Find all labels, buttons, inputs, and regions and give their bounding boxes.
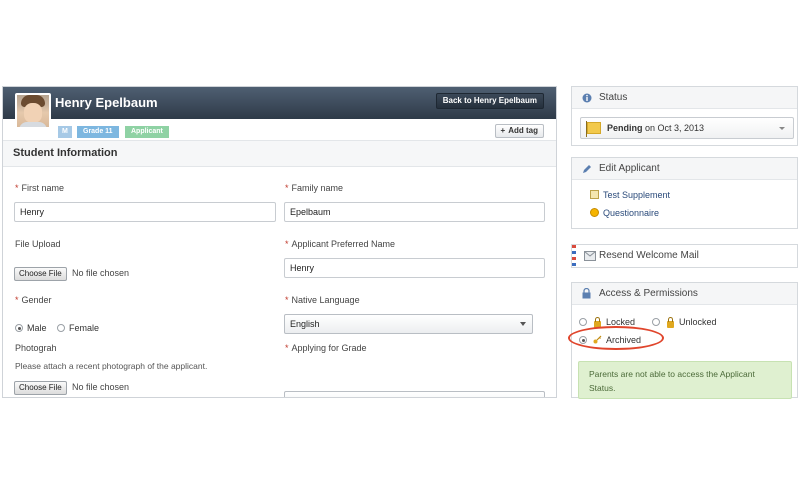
info-icon bbox=[582, 93, 592, 106]
gender-male-label: Male bbox=[27, 323, 47, 333]
choose-file-button[interactable]: Choose File bbox=[14, 267, 67, 281]
native-language-select[interactable]: English bbox=[284, 314, 533, 334]
gender-female-radio[interactable] bbox=[57, 324, 65, 332]
status-value: Pending on Oct 3, 2013 bbox=[607, 123, 705, 133]
family-name-input[interactable]: Epelbaum bbox=[284, 202, 545, 222]
status-select[interactable]: Pending on Oct 3, 2013 bbox=[580, 117, 794, 139]
archived-highlight-annotation bbox=[568, 326, 664, 350]
edit-applicant-box: Edit Applicant Test Supplement Questionn… bbox=[571, 157, 798, 229]
native-language-label: * Native Language bbox=[285, 295, 360, 305]
airmail-stripe bbox=[572, 245, 576, 267]
link-test-supplement[interactable]: Test Supplement bbox=[590, 190, 670, 200]
section-title-student-information: Student Information bbox=[3, 141, 556, 167]
unlocked-radio[interactable] bbox=[652, 318, 660, 326]
envelope-icon bbox=[584, 251, 596, 264]
preferred-name-input[interactable]: Henry bbox=[284, 258, 545, 278]
unlock-icon bbox=[667, 317, 674, 328]
pencil-icon bbox=[582, 164, 592, 177]
photo-file-status: No file chosen bbox=[72, 382, 130, 392]
lock-header-icon bbox=[582, 287, 591, 302]
photograph-help-text: Please attach a recent photograph of the… bbox=[15, 361, 208, 371]
gender-male-radio[interactable] bbox=[15, 324, 23, 332]
file-upload-label: File Upload bbox=[15, 239, 61, 249]
back-to-applicant-button[interactable]: Back to Henry Epelbaum bbox=[435, 93, 544, 109]
first-name-input[interactable]: Henry bbox=[14, 202, 276, 222]
note-icon bbox=[590, 190, 599, 199]
plus-icon: + bbox=[500, 126, 506, 135]
access-permissions-header: Access & Permissions bbox=[572, 283, 797, 305]
choose-photo-button[interactable]: Choose File bbox=[14, 381, 67, 395]
resend-welcome-mail-title: Resend Welcome Mail bbox=[599, 250, 699, 261]
applicant-name: Henry Epelbaum bbox=[55, 95, 158, 110]
tag-grade[interactable]: Grade 11 bbox=[77, 126, 119, 138]
tag-gender[interactable]: M bbox=[58, 126, 72, 138]
profile-header: Henry Epelbaum Back to Henry Epelbaum bbox=[3, 87, 556, 129]
locked-radio[interactable] bbox=[579, 318, 587, 326]
gender-female-label: Female bbox=[69, 323, 100, 333]
photograph-label: Photograh bbox=[15, 343, 57, 353]
edit-applicant-header: Edit Applicant bbox=[572, 158, 797, 180]
first-name-label: * First name bbox=[15, 183, 65, 193]
flag-icon bbox=[586, 121, 601, 137]
gender-label: * Gender bbox=[15, 295, 52, 305]
chevron-down-icon bbox=[779, 127, 785, 130]
status-title: Status bbox=[599, 92, 628, 103]
tags-row: M Grade 11 Applicant + Add tag bbox=[3, 119, 556, 141]
add-tag-button[interactable]: + Add tag bbox=[494, 124, 544, 138]
applying-grade-select[interactable] bbox=[284, 391, 545, 397]
edit-applicant-title: Edit Applicant bbox=[599, 163, 660, 174]
resend-welcome-mail-box[interactable]: Resend Welcome Mail bbox=[571, 244, 798, 268]
link-questionnaire[interactable]: Questionnaire bbox=[590, 208, 659, 218]
status-header: Status bbox=[572, 87, 797, 109]
access-permissions-title: Access & Permissions bbox=[599, 288, 698, 299]
status-box: Status Pending on Oct 3, 2013 bbox=[571, 86, 798, 146]
unlocked-label: Unlocked bbox=[679, 317, 717, 327]
applicant-profile-panel: Henry Epelbaum Back to Henry Epelbaum M … bbox=[2, 86, 557, 398]
family-name-label: * Family name bbox=[285, 183, 344, 193]
tag-applicant[interactable]: Applicant bbox=[125, 126, 169, 138]
file-status: No file chosen bbox=[72, 268, 130, 278]
access-info-message: Parents are not able to access the Appli… bbox=[578, 361, 792, 399]
question-icon bbox=[590, 208, 599, 217]
preferred-name-label: * Applicant Preferred Name bbox=[285, 239, 396, 249]
avatar bbox=[15, 93, 51, 129]
applying-grade-label: * Applying for Grade bbox=[285, 343, 367, 353]
chevron-down-icon bbox=[520, 322, 526, 326]
